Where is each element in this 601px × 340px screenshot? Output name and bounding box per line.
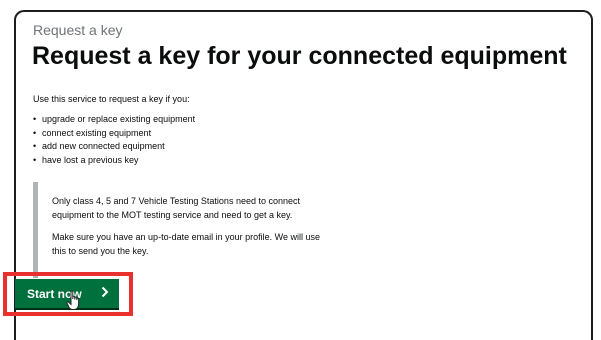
- list-item: have lost a previous key: [33, 154, 195, 168]
- chevron-right-icon: [101, 286, 109, 298]
- list-item: upgrade or replace existing equipment: [33, 113, 195, 127]
- list-item: add new connected equipment: [33, 140, 195, 154]
- page-title: Request a key for your connected equipme…: [32, 42, 567, 70]
- inset-text: Only class 4, 5 and 7 Vehicle Testing St…: [33, 182, 333, 278]
- list-item: connect existing equipment: [33, 127, 195, 141]
- inset-paragraph-email: Make sure you have an up-to-date email i…: [52, 232, 320, 256]
- intro-text: Use this service to request a key if you…: [33, 94, 190, 104]
- hand-pointer-icon: [66, 290, 80, 310]
- reasons-list: upgrade or replace existing equipment co…: [33, 113, 195, 167]
- page-caption: Request a key: [33, 22, 123, 38]
- inset-paragraph-eligibility: Only class 4, 5 and 7 Vehicle Testing St…: [52, 196, 300, 220]
